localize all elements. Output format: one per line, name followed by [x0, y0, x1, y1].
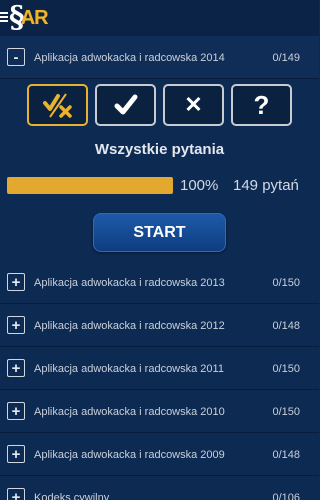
category-count: 0/150 [272, 363, 300, 375]
expand-icon[interactable]: + [7, 445, 25, 463]
app-logo[interactable]: § AR [9, 1, 49, 35]
progress-bar [7, 177, 173, 194]
menu-icon[interactable] [0, 12, 8, 22]
category-row[interactable]: + Aplikacja adwokacka i radcowska 2010 0/1… [0, 390, 319, 433]
category-row-expanded[interactable]: - Aplikacja adwokacka i radcowska 2014 0… [0, 36, 319, 79]
category-row[interactable]: + Aplikacja adwokacka i radcowska 2013 0/1… [0, 261, 319, 304]
category-count: 0/106 [272, 492, 300, 500]
category-count: 0/148 [272, 320, 300, 332]
filter-title: Wszystkie pytania [94, 141, 225, 158]
collapse-icon[interactable]: - [7, 48, 25, 66]
filter-all-button[interactable] [27, 84, 88, 126]
logo-text: AR [20, 7, 49, 29]
check-cross-icon [42, 93, 72, 118]
category-count: 0/150 [272, 406, 300, 418]
expand-icon[interactable]: + [7, 488, 25, 500]
category-count: 0/149 [272, 52, 300, 64]
app-bar: § AR [0, 0, 319, 36]
filter-unanswered-button[interactable]: ? [231, 84, 292, 126]
start-button[interactable]: START [93, 213, 226, 252]
filter-wrong-button[interactable]: ✕ [163, 84, 224, 126]
category-count: 0/150 [272, 277, 300, 289]
question-mark-icon: ? [253, 89, 270, 120]
category-row[interactable]: + Kodeks cywilny 0/106 [0, 476, 319, 500]
progress-percent: 100% [180, 177, 219, 194]
expand-icon[interactable]: + [7, 273, 25, 291]
filter-correct-button[interactable] [95, 84, 156, 126]
category-label: Kodeks cywilny [34, 492, 110, 500]
category-count: 0/148 [272, 449, 300, 461]
category-label: Aplikacja adwokacka i radcowska 2014 [34, 52, 225, 64]
category-label: Aplikacja adwokacka i radcowska 2011 [34, 363, 224, 375]
category-row[interactable]: + Aplikacja adwokacka i radcowska 2009 0/1… [0, 433, 319, 476]
category-row[interactable]: + Aplikacja adwokacka i radcowska 2012 0/1… [0, 304, 319, 347]
category-label: Aplikacja adwokacka i radcowska 2012 [34, 320, 225, 332]
progress-fill [7, 177, 173, 194]
question-count: 149 pytań [233, 177, 299, 194]
category-label: Aplikacja adwokacka i radcowska 2013 [34, 277, 225, 289]
category-label: Aplikacja adwokacka i radcowska 2010 [34, 406, 225, 418]
question-filter-group: ✕ ? [27, 84, 292, 126]
expand-icon[interactable]: + [7, 316, 25, 334]
category-label: Aplikacja adwokacka i radcowska 2009 [34, 449, 225, 461]
category-row[interactable]: + Aplikacja adwokacka i radcowska 2011 0/1… [0, 347, 319, 390]
cross-icon: ✕ [184, 92, 203, 117]
expand-icon[interactable]: + [7, 402, 25, 420]
expand-icon[interactable]: + [7, 359, 25, 377]
checkmark-icon [114, 94, 137, 115]
